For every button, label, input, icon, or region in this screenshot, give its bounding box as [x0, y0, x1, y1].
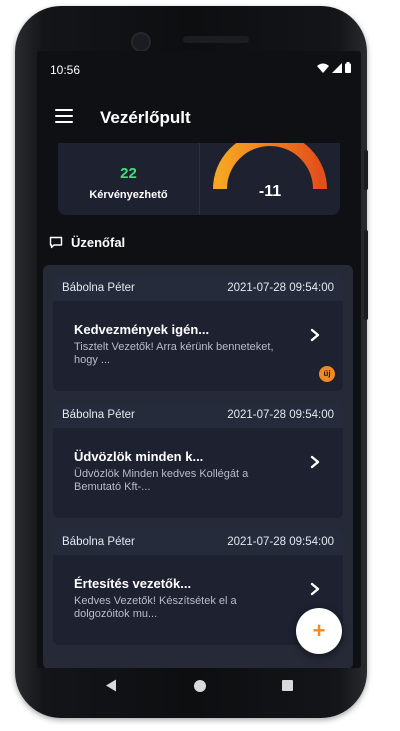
front-camera: [131, 32, 151, 52]
message-author: Bábolna Péter: [62, 536, 135, 548]
message-author: Bábolna Péter: [62, 409, 135, 421]
new-badge: új: [319, 366, 335, 382]
app-bar: Vezérlőpult: [37, 87, 361, 143]
eligible-value: 22: [120, 165, 137, 182]
message-date: 2021-07-28 09:54:00: [227, 282, 334, 294]
eligible-stat[interactable]: 22 Kérvényezhető: [58, 143, 199, 215]
message-card[interactable]: Bábolna Péter 2021-07-28 09:54:00 Üdvözl…: [53, 402, 343, 518]
message-preview: Üdvözlök Minden kedves Kollégát a Bemuta…: [74, 468, 249, 493]
status-icons: [317, 62, 351, 73]
signal-icon: [332, 62, 342, 73]
status-time: 10:56: [50, 63, 81, 77]
add-button[interactable]: +: [296, 608, 342, 654]
chevron-right-icon[interactable]: [309, 455, 321, 469]
gauge-arc: [213, 143, 327, 190]
message-preview: Kedves Vezetők! Készítsétek el a dolgozó…: [74, 595, 237, 620]
back-icon[interactable]: [105, 679, 117, 692]
message-date: 2021-07-28 09:54:00: [227, 409, 334, 421]
app-screen: 10:56 Vezérlőpult 22 Kérvényezhető -11 Ü…: [37, 51, 361, 668]
message-wall-title: Üzenőfal: [71, 235, 126, 250]
eligible-label: Kérvényezhető: [89, 189, 168, 201]
status-bar: 10:56: [37, 51, 361, 87]
chevron-right-icon[interactable]: [309, 582, 321, 596]
chevron-right-icon[interactable]: [309, 328, 321, 342]
battery-icon: [345, 62, 351, 73]
volume-button: [364, 230, 368, 320]
balance-value: -11: [258, 183, 282, 200]
message-title: Kedvezmények igén...: [74, 322, 210, 337]
page-title: Vezérlőpult: [100, 108, 191, 127]
message-title: Üdvözlök minden k...: [74, 449, 204, 464]
earpiece-speaker: [183, 36, 249, 43]
power-button: [364, 150, 368, 190]
wifi-icon: [317, 63, 329, 73]
home-icon[interactable]: [194, 680, 206, 692]
message-header: Bábolna Péter 2021-07-28 09:54:00: [53, 529, 343, 555]
message-header: Bábolna Péter 2021-07-28 09:54:00: [53, 402, 343, 428]
hamburger-menu-icon[interactable]: [55, 109, 73, 123]
message-title: Értesítés vezetők...: [74, 576, 192, 591]
balance-gauge[interactable]: -11: [200, 143, 340, 215]
chat-bubble-icon: [49, 236, 63, 249]
message-wall-header: Üzenőfal: [49, 235, 125, 250]
message-preview: Tisztelt Vezetők! Arra kérünk benneteket…: [74, 341, 274, 366]
recent-apps-icon[interactable]: [282, 680, 293, 691]
message-author: Bábolna Péter: [62, 282, 135, 294]
message-card[interactable]: Bábolna Péter 2021-07-28 09:54:00 Kedvez…: [53, 275, 343, 391]
message-date: 2021-07-28 09:54:00: [227, 536, 334, 548]
message-wall: Bábolna Péter 2021-07-28 09:54:00 Kedvez…: [43, 265, 353, 668]
stats-card: 22 Kérvényezhető -11: [58, 143, 340, 215]
system-nav-bar: [37, 668, 361, 704]
message-header: Bábolna Péter 2021-07-28 09:54:00: [53, 275, 343, 301]
